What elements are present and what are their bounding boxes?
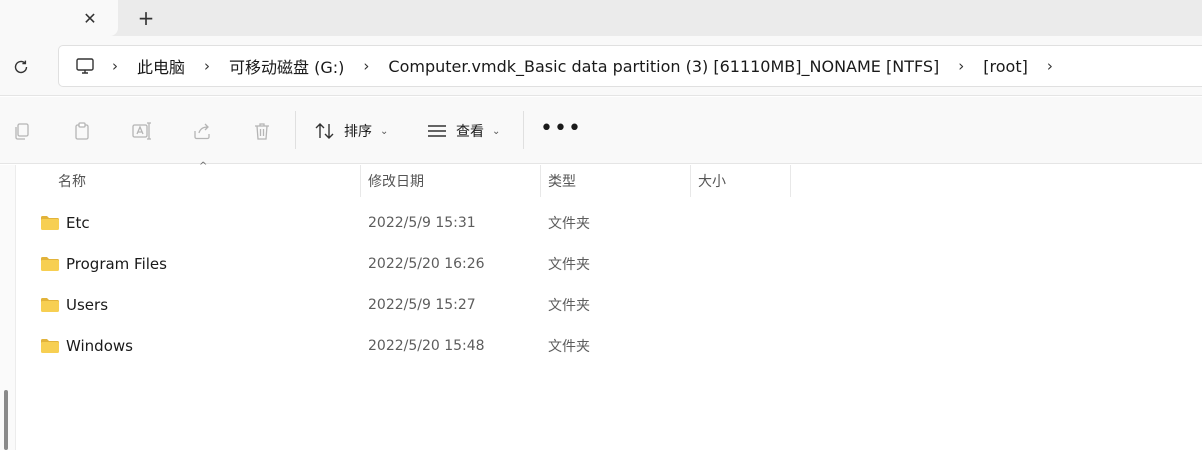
address-bar[interactable]: › 此电脑 › 可移动磁盘 (G:) › Computer.vmdk_Basic… [58, 45, 1202, 87]
breadcrumb-this-pc[interactable]: 此电脑 [133, 54, 189, 78]
file-row[interactable]: Users 2022/5/9 15:27 文件夹 [40, 288, 1040, 322]
view-label: 查看 [456, 124, 484, 140]
file-name: Users [66, 296, 109, 314]
chevron-down-icon: ⌄ [492, 125, 501, 137]
file-name: Etc [66, 214, 90, 232]
this-pc-icon[interactable] [73, 54, 97, 78]
more-options-icon[interactable]: ••• [540, 117, 582, 141]
breadcrumb-separator[interactable]: › [1032, 57, 1068, 75]
close-tab-icon[interactable]: ✕ [79, 7, 101, 29]
breadcrumb-separator[interactable]: › [348, 57, 384, 75]
sort-icon [315, 123, 334, 139]
address-row: › 此电脑 › 可移动磁盘 (G:) › Computer.vmdk_Basic… [0, 36, 1202, 96]
column-header-modified[interactable]: 修改日期 [360, 165, 540, 197]
scrollbar-thumb[interactable] [4, 390, 8, 450]
file-modified: 2022/5/20 15:48 [368, 338, 485, 354]
file-type: 文件夹 [548, 339, 590, 355]
column-divider[interactable] [790, 165, 791, 197]
file-type: 文件夹 [548, 216, 590, 232]
view-button[interactable]: 查看 ⌄ [426, 117, 500, 145]
breadcrumb-root[interactable]: [root] [979, 57, 1032, 76]
folder-icon [41, 216, 59, 230]
breadcrumb-partition[interactable]: Computer.vmdk_Basic data partition (3) [… [384, 57, 943, 76]
navigation-pane-edge [0, 165, 16, 450]
rename-icon[interactable] [130, 119, 154, 143]
file-modified: 2022/5/20 16:26 [368, 256, 485, 272]
active-tab[interactable]: ✕ [0, 0, 118, 36]
sort-button[interactable]: 排序 ⌄ [314, 117, 388, 145]
file-type: 文件夹 [548, 298, 590, 314]
column-header-name[interactable]: 名称 [50, 165, 360, 197]
sort-label: 排序 [344, 124, 372, 140]
file-row[interactable]: Windows 2022/5/20 15:48 文件夹 [40, 329, 1040, 363]
breadcrumb-separator[interactable]: › [943, 57, 979, 75]
command-bar: 排序 ⌄ 查看 ⌄ ••• [0, 97, 1202, 164]
paste-icon[interactable] [70, 119, 94, 143]
file-name: Windows [66, 337, 133, 355]
file-list: ^ 名称 修改日期 类型 大小 Etc 2022/5/9 15:31 文件夹 P… [16, 161, 1202, 450]
file-name: Program Files [66, 255, 167, 273]
breadcrumb-separator[interactable]: › [189, 57, 225, 75]
delete-icon[interactable] [250, 119, 274, 143]
share-icon[interactable] [190, 119, 214, 143]
folder-icon [41, 298, 59, 312]
toolbar-divider [523, 111, 524, 149]
refresh-icon[interactable] [8, 54, 34, 80]
file-row[interactable]: Program Files 2022/5/20 16:26 文件夹 [40, 247, 1040, 281]
file-modified: 2022/5/9 15:27 [368, 297, 476, 313]
chevron-down-icon: ⌄ [380, 125, 389, 137]
view-icon [428, 125, 446, 137]
tab-strip: ✕ + [0, 0, 1202, 36]
folder-icon [41, 339, 59, 353]
file-row[interactable]: Etc 2022/5/9 15:31 文件夹 [40, 206, 1040, 240]
column-header-type[interactable]: 类型 [540, 165, 690, 197]
breadcrumb-separator[interactable]: › [97, 57, 133, 75]
breadcrumb-removable-disk[interactable]: 可移动磁盘 (G:) [225, 54, 348, 78]
folder-icon [41, 257, 59, 271]
copy-icon[interactable] [10, 119, 34, 143]
file-modified: 2022/5/9 15:31 [368, 215, 476, 231]
file-type: 文件夹 [548, 257, 590, 273]
new-tab-icon[interactable]: + [135, 6, 157, 30]
toolbar-divider [295, 111, 296, 149]
column-header-size[interactable]: 大小 [690, 165, 790, 197]
